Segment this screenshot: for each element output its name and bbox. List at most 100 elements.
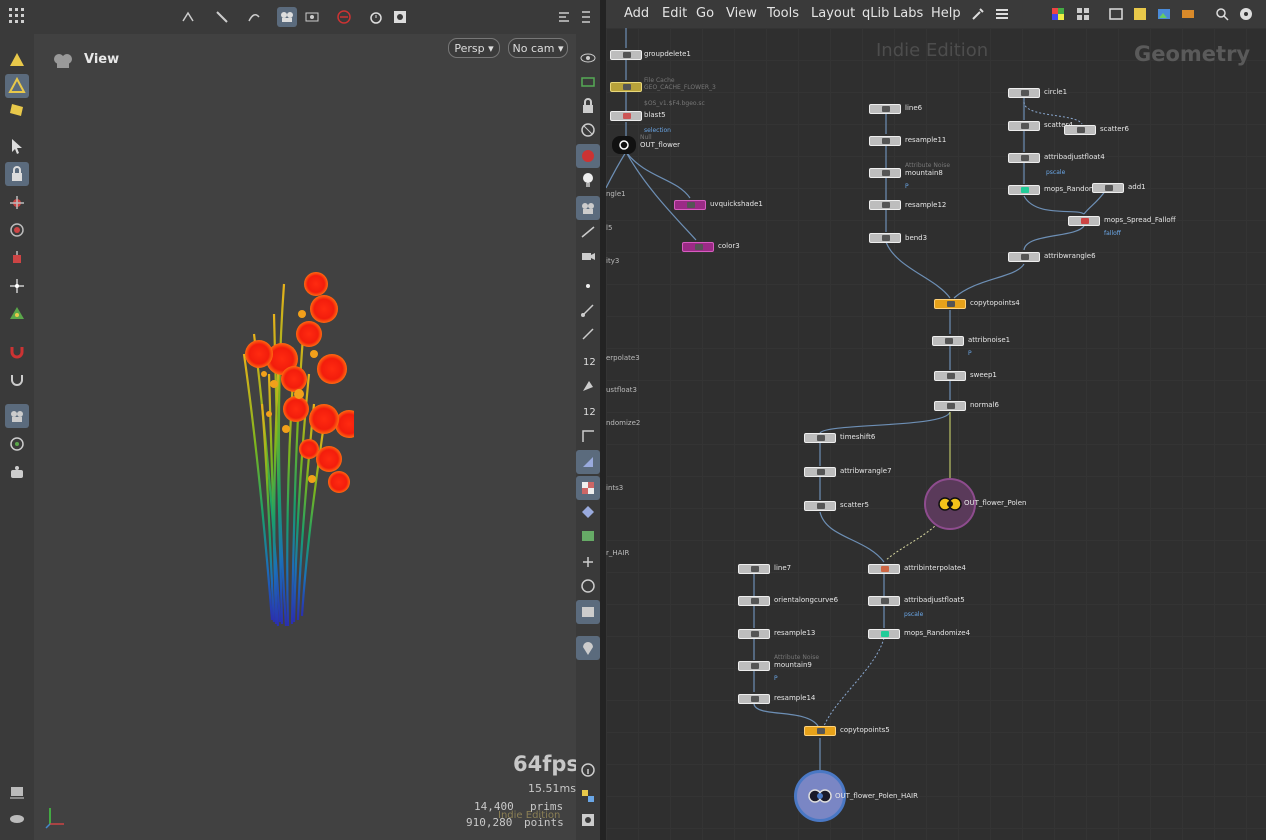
select-primitives-icon[interactable]: [5, 98, 29, 122]
magnet-icon[interactable]: [5, 340, 29, 364]
viewport-layout-icon[interactable]: [554, 7, 574, 27]
node-resample11[interactable]: [869, 136, 901, 146]
show-normals-icon[interactable]: [576, 220, 600, 244]
node-sweep1[interactable]: [934, 371, 966, 381]
shading-mode-icon[interactable]: [576, 144, 600, 168]
scene-viewport[interactable]: View Persp ▾ No cam ▾ 64fps 15.51ms 14,4…: [34, 34, 579, 840]
camera-dropdown[interactable]: No cam ▾: [508, 38, 568, 58]
transform-handle-icon[interactable]: [178, 7, 198, 27]
menu-qlib[interactable]: qLib: [862, 6, 889, 21]
select-edges-icon[interactable]: [5, 74, 29, 98]
sticky-note-icon[interactable]: [1130, 4, 1150, 24]
node-line6[interactable]: [869, 104, 901, 114]
node-scatter6[interactable]: [1064, 125, 1096, 135]
node-scatter5[interactable]: [804, 501, 836, 511]
node-line7[interactable]: [738, 564, 770, 574]
point-trail-icon[interactable]: [576, 322, 600, 346]
pane-menu-icon[interactable]: [576, 7, 596, 27]
wrench-icon[interactable]: [968, 4, 988, 24]
node-color3[interactable]: [682, 242, 714, 252]
node-attribwrangle6[interactable]: [1008, 252, 1040, 262]
grid-menu-icon[interactable]: [5, 4, 29, 28]
node-attribadjustfloat5[interactable]: [868, 596, 900, 606]
camera-view-icon[interactable]: [576, 244, 600, 268]
pose-tool-icon[interactable]: [5, 302, 29, 326]
node-mops-spread-falloff[interactable]: [1068, 216, 1100, 226]
node-copytopoints4[interactable]: [934, 299, 966, 309]
hull-display-icon[interactable]: [576, 424, 600, 448]
handle-display-icon[interactable]: [576, 550, 600, 574]
image-icon[interactable]: [1154, 4, 1174, 24]
visible-select-icon[interactable]: [302, 7, 322, 27]
light-bulb-icon[interactable]: [576, 168, 600, 192]
flipbook-timer-icon[interactable]: [366, 7, 386, 27]
prim-display-icon[interactable]: [576, 374, 600, 398]
camera-icon[interactable]: [5, 460, 29, 484]
node-bend3[interactable]: [869, 233, 901, 243]
node-file-cache[interactable]: [610, 82, 642, 92]
display-all-icon[interactable]: [576, 574, 600, 598]
node-copytopoints5[interactable]: [804, 726, 836, 736]
node-uvquickshade1[interactable]: [674, 200, 706, 210]
menu-tools[interactable]: Tools: [767, 6, 799, 21]
move-tool-icon[interactable]: [5, 190, 29, 214]
group-select-icon[interactable]: [277, 7, 297, 27]
menu-edit[interactable]: Edit: [662, 6, 687, 21]
search-icon[interactable]: [1212, 4, 1232, 24]
menu-add[interactable]: Add: [624, 6, 649, 21]
background-image-icon[interactable]: [576, 600, 600, 624]
ghost-other-icon[interactable]: [576, 70, 600, 94]
render-icon[interactable]: [5, 404, 29, 428]
color-correction-icon[interactable]: [576, 784, 600, 808]
display-options-icon[interactable]: [5, 780, 29, 804]
node-mops-randomize2[interactable]: [1008, 185, 1040, 195]
node-attribadjustfloat4[interactable]: [1008, 153, 1040, 163]
brush-select-icon[interactable]: [212, 7, 232, 27]
subnet-icon[interactable]: [1178, 4, 1198, 24]
snap-icon[interactable]: [5, 368, 29, 392]
network-box-icon[interactable]: [1106, 4, 1126, 24]
display-flag-eye-icon[interactable]: [1236, 4, 1256, 24]
list-view-icon[interactable]: [992, 4, 1012, 24]
menu-labs[interactable]: Labs: [893, 6, 923, 21]
node-mountain9[interactable]: [738, 661, 770, 671]
vertex-display-icon[interactable]: [576, 500, 600, 524]
visibility-eye-icon[interactable]: [576, 46, 600, 70]
menu-go[interactable]: Go: [696, 6, 714, 21]
menu-help[interactable]: Help: [931, 6, 961, 21]
no-lights-icon[interactable]: [576, 118, 600, 142]
handle-tool-icon[interactable]: [5, 274, 29, 298]
node-timeshift6[interactable]: [804, 433, 836, 443]
node-scatter4[interactable]: [1008, 121, 1040, 131]
node-mountain8[interactable]: [869, 168, 901, 178]
menu-layout[interactable]: Layout: [811, 6, 855, 21]
node-out-flower[interactable]: [612, 136, 636, 154]
node-resample14[interactable]: [738, 694, 770, 704]
settings-gear-icon[interactable]: [390, 7, 410, 27]
color-palette-icon[interactable]: [1048, 4, 1068, 24]
uv-display-icon[interactable]: [576, 476, 600, 500]
node-add1[interactable]: [1092, 183, 1124, 193]
visualizer-eye-icon[interactable]: [576, 808, 600, 832]
node-circle1[interactable]: [1008, 88, 1040, 98]
lock-icon[interactable]: [5, 162, 29, 186]
scale-tool-icon[interactable]: [5, 246, 29, 270]
node-groupdelete1[interactable]: [610, 50, 642, 60]
node-attribinterpolate4[interactable]: [868, 564, 900, 574]
point-normal-icon[interactable]: [576, 298, 600, 322]
lock-camera-icon[interactable]: [576, 94, 600, 118]
rotate-tool-icon[interactable]: [5, 218, 29, 242]
flipbook-icon[interactable]: [5, 432, 29, 456]
info-icon[interactable]: [576, 758, 600, 782]
prim-numbers-icon[interactable]: 12: [576, 398, 600, 422]
shape-palette-icon[interactable]: [1073, 4, 1093, 24]
node-blast5[interactable]: [610, 111, 642, 121]
no-select-icon[interactable]: [334, 7, 354, 27]
point-display-icon[interactable]: [576, 274, 600, 298]
menu-view[interactable]: View: [726, 6, 757, 21]
node-attribnoise1[interactable]: [932, 336, 964, 346]
node-mops-randomize4[interactable]: [868, 629, 900, 639]
network-editor[interactable]: Indie Edition Geometry ngle1 l5 ity3 erp…: [606, 28, 1266, 840]
backface-icon[interactable]: [576, 450, 600, 474]
select-arrow-icon[interactable]: [5, 134, 29, 158]
